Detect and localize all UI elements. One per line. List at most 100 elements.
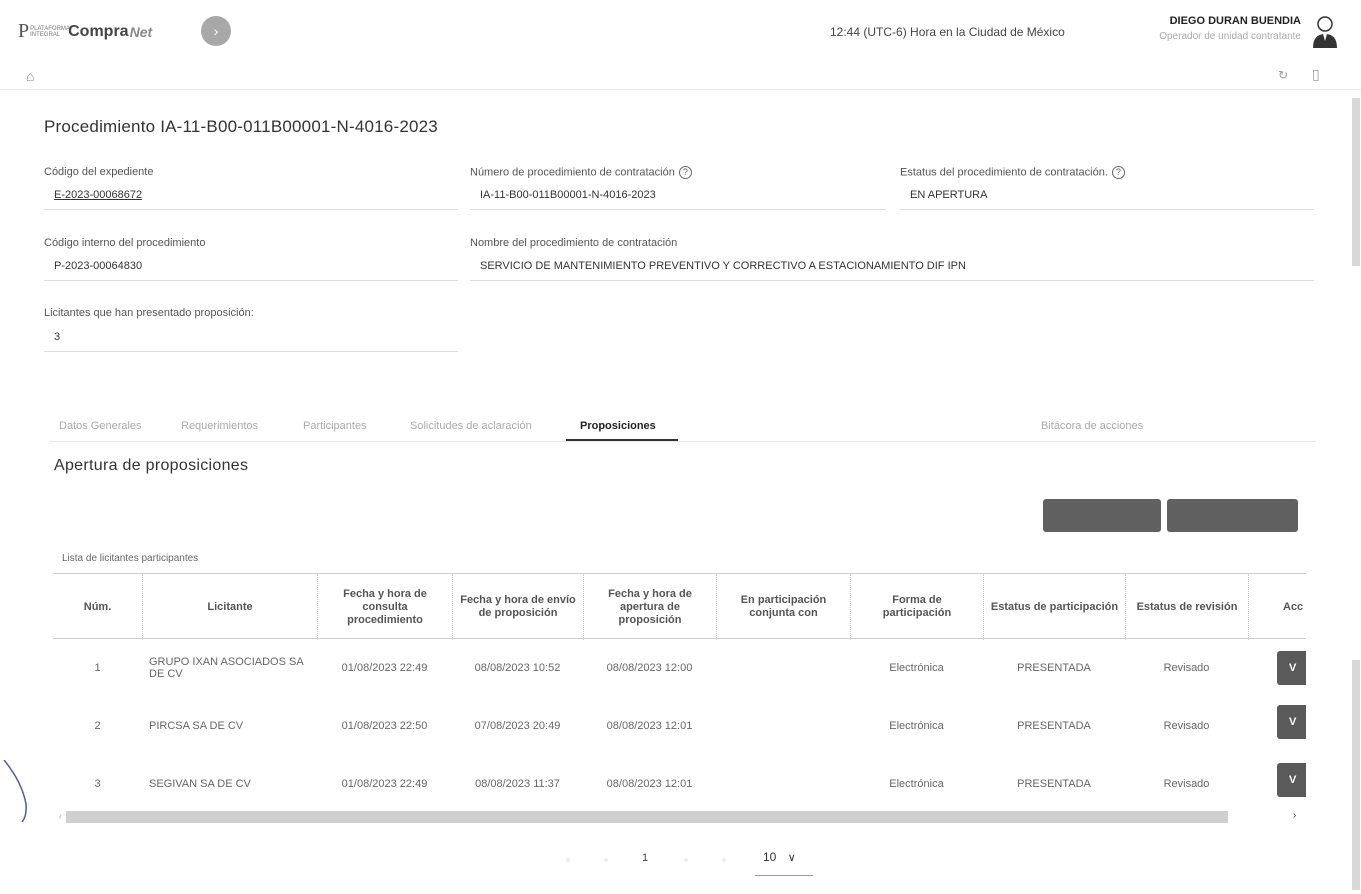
user-avatar-icon[interactable] (1310, 14, 1340, 48)
table-header: Núm. Licitante Fecha y hora de consulta … (53, 573, 1306, 640)
action-button-1[interactable] (1043, 499, 1161, 532)
active-tab-indicator (566, 439, 678, 441)
scroll-right-icon[interactable]: › (1293, 810, 1296, 821)
header-forma: Forma de participación (850, 574, 983, 640)
top-bar: P PLATAFORMA INTEGRAL Compra Net › 12:44… (0, 0, 1361, 62)
cell-licitante: GRUPO IXAN ASOCIADOS SA DE CV (149, 656, 304, 680)
estatus-value: EN APERTURA (900, 189, 1314, 210)
licitantes-table: Núm. Licitante Fecha y hora de consulta … (53, 573, 1306, 811)
logo-letter: P (18, 20, 30, 42)
cell-conjunta (716, 697, 850, 755)
page-title: Procedimiento IA-11-B00-011B00001-N-4016… (44, 117, 438, 136)
nombre-procedimiento-label: Nombre del procedimiento de contratación (470, 237, 678, 249)
cell-apertura: 08/08/2023 12:01 (606, 778, 693, 790)
pager-last-dot[interactable] (722, 858, 726, 862)
tab-solicitudes-aclaracion[interactable]: Solicitudes de aclaración (410, 420, 532, 432)
cell-conjunta (716, 755, 850, 811)
codigo-expediente-link[interactable]: E-2023-00068672 (44, 189, 458, 210)
action-button-2[interactable] (1167, 499, 1298, 532)
clock-text: 12:44 (UTC-6) Hora en la Ciudad de Méxic… (830, 25, 1065, 39)
pager-current-page[interactable]: 1 (642, 852, 648, 864)
home-icon[interactable]: ⌂ (26, 68, 34, 84)
cell-envio: 08/08/2023 11:37 (475, 778, 560, 790)
header-apertura: Fecha y hora de apertura de proposición (583, 574, 716, 640)
cell-estatus-revision: Revisado (1163, 778, 1210, 790)
logo-subtitle: PLATAFORMA INTEGRAL (30, 25, 70, 38)
cell-estatus-revision: Revisado (1163, 662, 1210, 674)
pen-stroke-mark (3, 760, 27, 822)
cell-estatus-participacion: PRESENTADA (1017, 662, 1091, 674)
estatus-label: Estatus del procedimiento de contratació… (900, 166, 1125, 179)
cell-consulta: 01/08/2023 22:49 (341, 778, 428, 790)
numero-procedimiento-label: Número de procedimiento de contratación? (470, 166, 692, 179)
page-size-value: 10 (763, 850, 777, 864)
header-num: Núm. (83, 600, 112, 613)
header-estatus-revision: Estatus de revisión (1125, 574, 1248, 640)
section-title: Apertura de proposiciones (54, 457, 249, 474)
licitantes-label: Licitantes que han presentado proposició… (44, 307, 254, 319)
header-conjunta: En participación conjunta con (716, 574, 850, 640)
chevron-down-icon: ∨ (787, 852, 796, 864)
cell-licitante: PIRCSA SA DE CV (149, 720, 244, 732)
scroll-left-icon[interactable]: ‹ (59, 812, 62, 821)
cell-consulta: 01/08/2023 22:50 (341, 720, 428, 732)
cell-envio: 07/08/2023 20:49 (474, 720, 561, 732)
logo-brand: Compra (68, 22, 129, 40)
table-row: 2 PIRCSA SA DE CV 01/08/2023 22:50 07/08… (53, 697, 1306, 755)
nombre-procedimiento-value: SERVICIO DE MANTENIMIENTO PREVENTIVO Y C… (470, 260, 1314, 281)
tab-requerimientos[interactable]: Requerimientos (181, 420, 258, 432)
cell-num: 3 (94, 778, 101, 790)
refresh-icon[interactable]: ↻ (1278, 68, 1288, 82)
header-acciones: Acc (1248, 574, 1306, 640)
cell-num: 2 (94, 720, 101, 732)
cell-conjunta (716, 639, 850, 697)
vertical-scrollbar-thumb[interactable] (1352, 98, 1360, 266)
header-consulta: Fecha y hora de consulta procedimiento (317, 574, 452, 640)
table-row: 1 GRUPO IXAN ASOCIADOS SA DE CV 01/08/20… (53, 639, 1306, 697)
numero-procedimiento-value: IA-11-B00-011B00001-N-4016-2023 (470, 189, 886, 210)
sub-bar: ⌂ ↻ ▯ (0, 62, 1361, 90)
pager-next-dot[interactable] (684, 858, 688, 862)
help-icon[interactable]: ? (678, 166, 692, 179)
codigo-expediente-label: Código del expediente (44, 166, 154, 178)
header-envio: Fecha y hora de envío de proposición (452, 574, 583, 640)
tab-participantes[interactable]: Participantes (303, 420, 367, 432)
bookmark-icon[interactable]: ▯ (1312, 66, 1320, 83)
horizontal-scrollbar[interactable] (66, 811, 1228, 823)
codigo-interno-label: Código interno del procedimiento (44, 237, 206, 249)
tab-datos-generales[interactable]: Datos Generales (59, 420, 142, 432)
tab-bitacora-acciones[interactable]: Bitácora de acciones (1041, 420, 1143, 432)
pager-first-dot[interactable] (566, 858, 570, 862)
ver-button[interactable]: V (1277, 763, 1306, 797)
tab-bar: Datos Generales Requerimientos Participa… (50, 414, 1316, 442)
page-size-select[interactable]: 10 ∨ (755, 846, 813, 876)
header-estatus-participacion: Estatus de participación (983, 574, 1125, 640)
table-row: 3 SEGIVAN SA DE CV 01/08/2023 22:49 08/0… (53, 755, 1306, 811)
cell-forma: Electrónica (889, 720, 944, 732)
list-label: Lista de licitantes participantes (62, 553, 199, 564)
cell-estatus-revision: Revisado (1163, 720, 1210, 732)
cell-envio: 08/08/2023 10:52 (474, 662, 561, 674)
cell-consulta: 01/08/2023 22:49 (341, 662, 428, 674)
cell-estatus-participacion: PRESENTADA (1017, 720, 1091, 732)
user-role: Operador de unidad contratante (1159, 31, 1301, 42)
ver-button[interactable]: V (1277, 705, 1306, 739)
help-icon[interactable]: ? (1111, 166, 1125, 179)
numero-procedimiento-label-text: Número de procedimiento de contratación (470, 166, 675, 179)
compranet-logo[interactable]: P PLATAFORMA INTEGRAL Compra Net (18, 20, 152, 43)
pager-prev-dot[interactable] (604, 858, 608, 862)
cell-apertura: 08/08/2023 12:00 (606, 662, 693, 674)
cell-num: 1 (94, 662, 101, 674)
user-name: DIEGO DURAN BUENDIA (1169, 15, 1301, 27)
header-licitante: Licitante (142, 574, 317, 640)
tab-proposiciones[interactable]: Proposiciones (580, 420, 656, 432)
cell-forma: Electrónica (889, 778, 944, 790)
vertical-scrollbar-thumb[interactable] (1352, 660, 1360, 890)
cell-licitante: SEGIVAN SA DE CV (149, 778, 251, 790)
logo-net: Net (129, 23, 153, 40)
cell-apertura: 08/08/2023 12:01 (606, 720, 693, 732)
cell-estatus-participacion: PRESENTADA (1017, 778, 1091, 790)
codigo-interno-value: P-2023-00064830 (44, 260, 458, 281)
next-arrow-button[interactable]: › (201, 16, 231, 46)
ver-button[interactable]: V (1277, 651, 1306, 685)
